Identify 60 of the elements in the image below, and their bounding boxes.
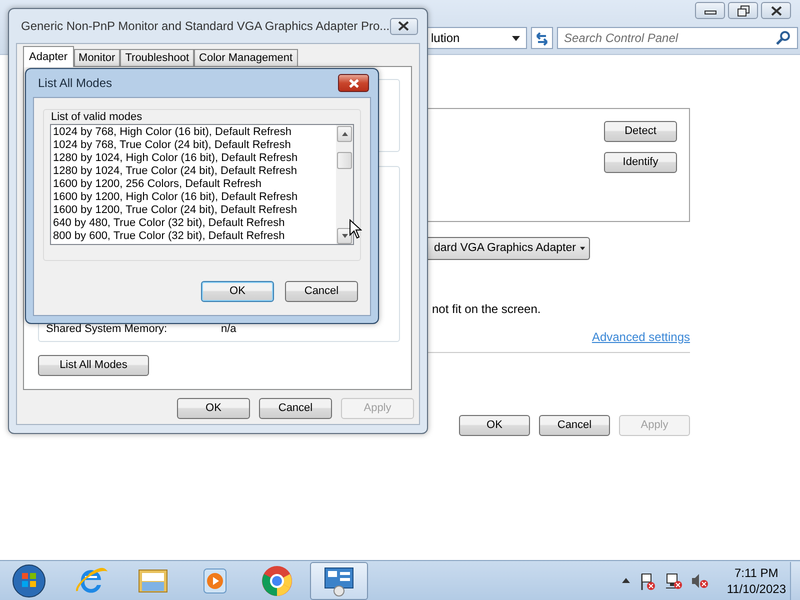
dialog-button[interactable]: OK (177, 398, 250, 419)
restore-icon[interactable] (736, 4, 750, 16)
list-item[interactable]: 1024 by 768, True Color (24 bit), Default Refresh (53, 139, 336, 152)
windows-logo-icon[interactable] (12, 564, 46, 598)
taskbar-button[interactable] (310, 562, 368, 600)
scroll-up-button[interactable] (337, 126, 352, 142)
field-label: Shared System Memory: (46, 322, 168, 336)
dialog-title: Generic Non-PnP Monitor and Standard VGA Graphics Adapter Pro... (21, 18, 390, 35)
scroll-thumb[interactable] (337, 152, 352, 169)
list-item[interactable]: 640 by 480, True Color (32 bit), Default Refresh (53, 217, 336, 230)
show-hidden-icons-icon[interactable] (622, 578, 630, 583)
mouse-cursor-icon (349, 219, 362, 239)
list-item[interactable]: 800 by 600, True Color (32 bit), Default Refresh (53, 230, 336, 243)
tab[interactable]: Troubleshoot (120, 49, 194, 67)
chrome-icon (260, 564, 294, 598)
list-item[interactable]: 1024 by 768, High Color (16 bit), Default Refresh (53, 126, 336, 139)
dialog-button[interactable]: OK (459, 415, 530, 436)
list-item[interactable]: 1600 by 1200, 256 Colors, Default Refresh (53, 178, 336, 191)
close-button[interactable] (761, 2, 791, 19)
down-arrow-icon[interactable] (342, 234, 348, 238)
restore-button[interactable] (728, 2, 758, 19)
dialog-title: List All Modes (38, 75, 112, 92)
tab[interactable]: Color Management (194, 49, 298, 67)
list-item[interactable]: 1600 by 1200, True Color (24 bit), Default Refresh (53, 204, 336, 217)
dialog-button[interactable]: Cancel (285, 281, 358, 302)
note-text: not fit on the screen. (431, 301, 542, 318)
network-icon[interactable] (664, 572, 682, 590)
scroll-down-button[interactable] (337, 228, 352, 244)
search-icon[interactable] (776, 31, 790, 45)
group-label: List of valid modes (50, 110, 144, 124)
list-item[interactable]: 1600 by 1200, High Color (16 bit), Default Refresh (53, 191, 336, 204)
search-field[interactable]: Search Control Panel (557, 27, 798, 49)
dialog-button[interactable]: OK (201, 281, 274, 302)
scrollbar[interactable] (336, 125, 353, 244)
list-item[interactable]: 1280 by 1024, High Color (16 bit), Default Refresh (53, 152, 336, 165)
close-icon[interactable] (770, 4, 782, 16)
advanced-settings-link[interactable]: Advanced settings (592, 328, 690, 346)
adapter-dropdown[interactable]: dard VGA Graphics Adapter (428, 237, 590, 260)
modes-list[interactable] (50, 124, 354, 245)
dialog-button[interactable]: Cancel (259, 398, 332, 419)
clock-date[interactable]: 11/10/2023 (726, 580, 786, 596)
search-input[interactable]: Search Control Panel (564, 29, 776, 47)
tab[interactable]: Monitor (74, 49, 120, 67)
close-button[interactable] (338, 74, 369, 92)
dropdown-arrow-icon (580, 246, 585, 251)
close-icon[interactable] (397, 20, 410, 32)
dialog-button[interactable]: Cancel (539, 415, 610, 436)
dialog-button[interactable]: Detect (604, 121, 677, 142)
close-button[interactable] (390, 18, 418, 34)
flag-icon[interactable] (638, 572, 656, 590)
minimize-button[interactable] (695, 2, 725, 19)
up-arrow-icon[interactable] (342, 132, 348, 136)
dropdown-arrow-icon (512, 36, 520, 40)
list-item[interactable]: 1280 by 1024, True Color (24 bit), Default Refresh (53, 165, 336, 178)
speaker-muted-icon[interactable] (690, 572, 708, 590)
clock-time[interactable]: 7:11 PM (726, 564, 786, 580)
dialog-button[interactable]: Identify (604, 152, 677, 173)
field-value: n/a (221, 322, 236, 336)
list-all-modes-button[interactable]: List All Modes (38, 355, 149, 376)
tab[interactable]: Adapter (23, 46, 74, 67)
